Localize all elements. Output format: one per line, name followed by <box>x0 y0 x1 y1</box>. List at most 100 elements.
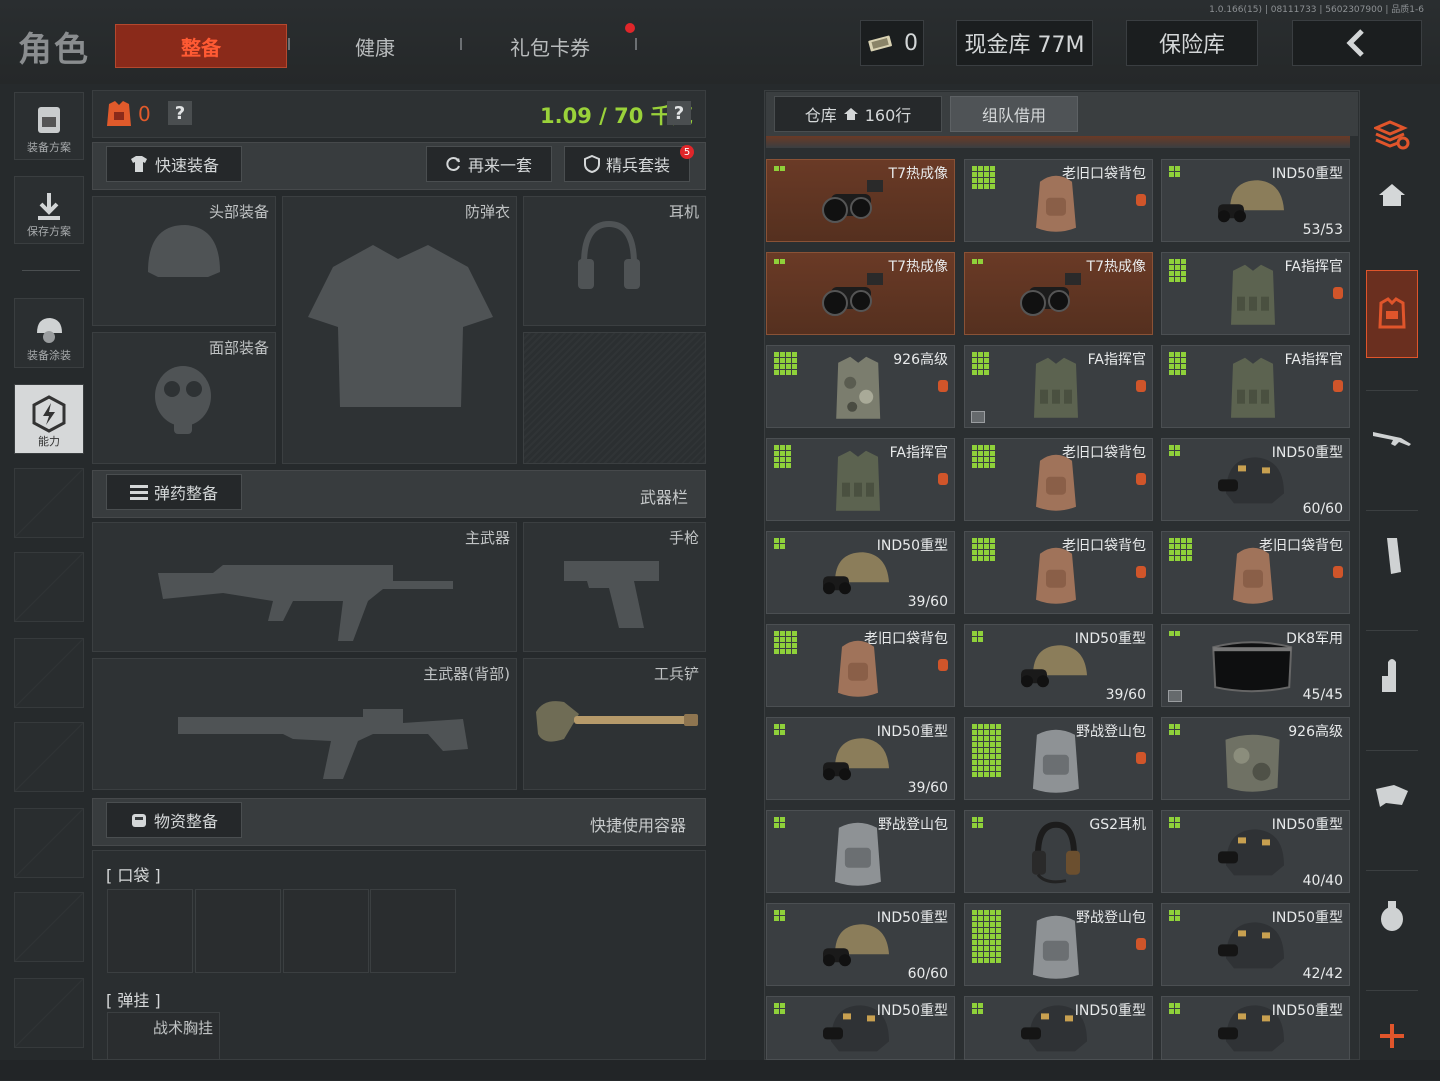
item-durability: 45/45 <box>1302 687 1343 703</box>
pistol-slot[interactable]: 手枪 <box>523 522 706 652</box>
inventory-item[interactable]: IND50重型 40/40 <box>1161 810 1350 893</box>
insured-tag-icon <box>1333 287 1343 299</box>
tactical-rig-slot[interactable]: 战术胸挂 <box>107 1012 220 1060</box>
pocket-slot[interactable] <box>195 889 281 973</box>
inventory-item[interactable]: 926高级 <box>766 345 955 428</box>
inventory-item[interactable]: IND50重型 60/60 <box>1161 438 1350 521</box>
inventory-item[interactable]: 老旧口袋背包 <box>964 438 1153 521</box>
insured-tag-icon <box>938 380 948 392</box>
shield-icon <box>583 155 600 173</box>
inventory-item[interactable]: IND50重型 39/60 <box>964 624 1153 707</box>
category-magazines[interactable] <box>1366 510 1418 601</box>
inventory-item[interactable]: 老旧口袋背包 <box>766 624 955 707</box>
visor-icon <box>1203 637 1299 701</box>
category-consumables[interactable] <box>1366 870 1418 961</box>
face-slot[interactable]: 面部装备 <box>92 332 276 464</box>
item-name: IND50重型 <box>876 910 948 926</box>
weight-help-button[interactable]: ? <box>667 101 691 125</box>
warehouse-tab[interactable]: 仓库 160行 <box>774 96 942 132</box>
team-borrow-tab[interactable]: 组队借用 <box>950 96 1078 132</box>
inventory-item[interactable]: IND50重型 42/42 <box>1161 903 1350 986</box>
item-durability: 39/60 <box>907 780 948 796</box>
save-plan-label: 保存方案 <box>27 225 71 238</box>
help-button[interactable]: ? <box>168 101 192 125</box>
item-size-indicator <box>1169 724 1180 735</box>
inventory-item[interactable]: IND50重型 60/60 <box>766 903 955 986</box>
inventory-item[interactable]: IND50重型 53/53 <box>1161 159 1350 242</box>
inventory-item[interactable]: FA指挥官 <box>766 438 955 521</box>
category-home[interactable] <box>1366 150 1418 240</box>
back-button[interactable] <box>1292 20 1422 66</box>
pocket-slot[interactable] <box>370 889 456 973</box>
tab-gift-vouchers[interactable]: 礼包卡券 <box>480 24 620 68</box>
quick-equip-button[interactable]: 快速装备 <box>106 146 242 182</box>
item-size-indicator <box>972 910 1001 963</box>
inventory-item[interactable]: IND50重型 39/60 <box>766 531 955 614</box>
cash-vault-button[interactable]: 现金库 77M <box>956 20 1093 66</box>
item-name: FA指挥官 <box>1284 259 1343 275</box>
home-icon <box>1379 184 1405 206</box>
primary-back-slot[interactable]: 主武器(背部) <box>92 658 517 790</box>
elite-set-label: 精兵套装 <box>605 156 670 175</box>
item-name: IND50重型 <box>1074 1003 1146 1019</box>
elite-set-button[interactable]: 精兵套装 <box>564 146 690 182</box>
inventory-item[interactable]: T7热成像 <box>766 159 955 242</box>
empty-slot <box>14 552 84 622</box>
currency-display[interactable]: 0 <box>860 20 924 66</box>
pistol-silhouette-icon <box>564 561 659 628</box>
equip-paint-button[interactable]: 装备涂装 <box>14 298 84 368</box>
rail-divider <box>22 270 80 271</box>
supplies-button[interactable]: 物资整备 <box>106 802 242 838</box>
gasmask-silhouette-icon <box>155 366 211 434</box>
category-attachments[interactable] <box>1366 750 1418 841</box>
inventory-item[interactable]: 老旧口袋背包 <box>964 159 1153 242</box>
shovel-slot[interactable]: 工兵铲 <box>523 658 706 790</box>
item-name: 老旧口袋背包 <box>1062 538 1146 554</box>
earphone-slot[interactable]: 耳机 <box>523 196 706 326</box>
save-plan-button[interactable]: 保存方案 <box>14 176 84 244</box>
pocket-slot[interactable] <box>107 889 193 973</box>
inventory-item[interactable]: 野战登山包 <box>964 903 1153 986</box>
inventory-item[interactable]: 老旧口袋背包 <box>964 531 1153 614</box>
inventory-item[interactable]: FA指挥官 <box>1161 252 1350 335</box>
bottom-bar <box>0 1060 1440 1080</box>
inventory-item[interactable]: IND50重型 <box>1161 996 1350 1060</box>
inventory-item[interactable]: FA指挥官 <box>964 345 1153 428</box>
item-name: 野战登山包 <box>878 817 948 833</box>
inventory-item[interactable]: 野战登山包 <box>766 810 955 893</box>
inventory-item[interactable]: IND50重型 39/60 <box>766 717 955 800</box>
inventory-item[interactable]: FA指挥官 <box>1161 345 1350 428</box>
inventory-item[interactable]: T7热成像 <box>766 252 955 335</box>
category-ammo[interactable] <box>1366 630 1418 721</box>
inventory-item[interactable]: GS2耳机 <box>964 810 1153 893</box>
primary-weapon-slot[interactable]: 主武器 <box>92 522 517 652</box>
item-size-indicator <box>972 724 1001 777</box>
head-slot[interactable]: 头部装备 <box>92 196 276 326</box>
vest-slot[interactable]: 防弹衣 <box>282 196 517 464</box>
inventory-item[interactable]: 野战登山包 <box>964 717 1153 800</box>
inventory-item[interactable]: DK8军用 45/45 <box>1161 624 1350 707</box>
again-button[interactable]: 再来一套 <box>426 146 552 182</box>
earphone-slot-label: 耳机 <box>668 203 699 221</box>
shirt-icon <box>130 156 147 172</box>
pocket-slot[interactable] <box>283 889 369 973</box>
shovel-label: 工兵铲 <box>653 665 699 683</box>
tab-equip[interactable]: 整备 <box>115 24 287 68</box>
inventory-item[interactable]: T7热成像 <box>964 252 1153 335</box>
insured-tag-icon <box>1136 194 1146 206</box>
insurance-vault-button[interactable]: 保险库 <box>1126 20 1258 66</box>
tab-health[interactable]: 健康 <box>310 24 440 68</box>
vest-category-icon <box>1378 297 1406 329</box>
primary-label: 主武器 <box>464 529 510 547</box>
category-gear[interactable] <box>1366 270 1418 358</box>
inventory-item[interactable]: 老旧口袋背包 <box>1161 531 1350 614</box>
version-text: 1.0.166(15) | 08111733 | 5602307900 | 品质… <box>1209 5 1424 15</box>
loadout-plan-button[interactable]: 装备方案 <box>14 92 84 160</box>
ammo-setup-button[interactable]: 弹药整备 <box>106 474 242 510</box>
ability-button[interactable]: 能力 <box>14 384 84 454</box>
item-name: IND50重型 <box>1271 1003 1343 1019</box>
inventory-item[interactable]: IND50重型 <box>766 996 955 1060</box>
inventory-item[interactable]: 926高级 <box>1161 717 1350 800</box>
category-weapons[interactable] <box>1366 390 1418 481</box>
inventory-item[interactable]: IND50重型 <box>964 996 1153 1060</box>
